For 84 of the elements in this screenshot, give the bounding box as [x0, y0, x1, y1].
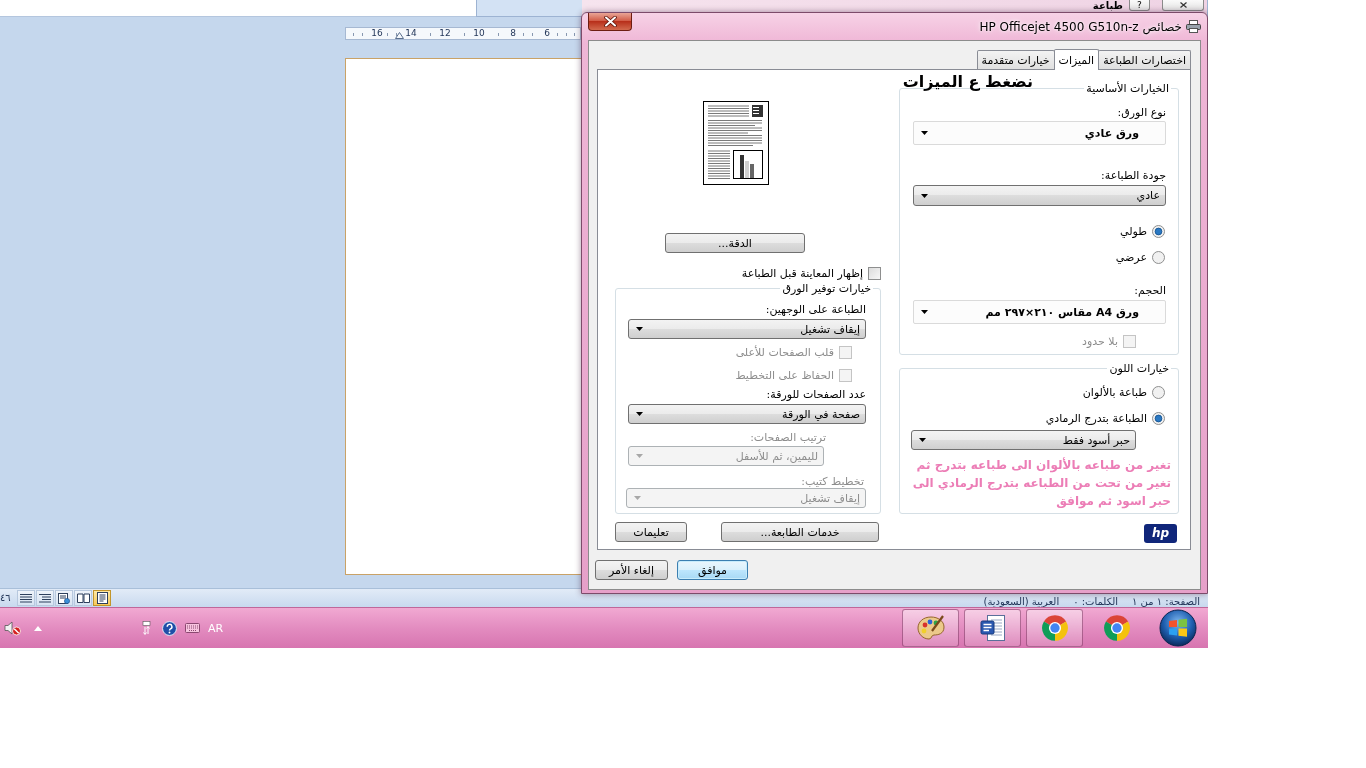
- ruler-label: 12: [438, 28, 452, 39]
- taskbar-button[interactable]: [902, 609, 959, 647]
- resolution-button[interactable]: الدقة...: [665, 233, 805, 253]
- field-label: جودة الطباعة:: [1101, 169, 1166, 182]
- view-button[interactable]: [17, 590, 35, 606]
- dropdown[interactable]: صفحة في الورقة: [628, 404, 866, 424]
- dropdown[interactable]: إيقاف تشغيل: [628, 319, 866, 339]
- window-title: خصائص HP Officejet 4500 G510n-z: [979, 19, 1182, 34]
- close-icon: [603, 16, 617, 27]
- radio-label[interactable]: طولي: [1120, 224, 1147, 238]
- zoom-level: ٤٦: [0, 592, 12, 604]
- keyboard-icon[interactable]: [185, 623, 200, 633]
- ruler-label: 14: [404, 28, 418, 39]
- ruler-label: 10: [472, 28, 486, 39]
- page-icon: [96, 592, 108, 604]
- printer-services-button[interactable]: خدمات الطابعة...: [721, 522, 879, 542]
- transfer-arrows-icon[interactable]: [142, 620, 151, 636]
- palette-icon: [915, 614, 946, 642]
- start-orb-icon[interactable]: [1159, 609, 1197, 647]
- caret-icon: [636, 327, 643, 331]
- radio-label[interactable]: عرضي: [1115, 250, 1147, 264]
- ruler-label: 16: [370, 28, 384, 39]
- status-text[interactable]: الكلمات: ٠: [1073, 596, 1118, 607]
- help-button[interactable]: ?: [1129, 0, 1150, 11]
- status-text[interactable]: الصفحة: ١ من ١: [1132, 596, 1200, 607]
- dropdown[interactable]: ورق عادي: [913, 121, 1166, 145]
- taskbar-button[interactable]: [964, 609, 1021, 647]
- annotation-text: تغير من طباعه بالألوان الى طباعه بتدرج ثم تغير من تحت من الطباعه بتدرج الرمادي الى حبر اسود ثم موافق: [911, 456, 1171, 510]
- document-icon: [979, 614, 1006, 642]
- radio-label[interactable]: طباعة بالألوان: [1082, 385, 1147, 399]
- caret-icon: [921, 131, 928, 135]
- radio-button[interactable]: [1152, 250, 1165, 264]
- group-title: الخيارات الأساسية: [1084, 82, 1171, 95]
- view-button[interactable]: [36, 590, 54, 606]
- window-title: طباعة: [1092, 0, 1123, 11]
- field-label: عدد الصفحات للورقة:: [766, 388, 866, 401]
- lines-icon: [20, 593, 32, 603]
- dropdown[interactable]: حبر أسود فقط: [911, 430, 1136, 450]
- ok-button[interactable]: موافق: [677, 560, 748, 580]
- field-label: تخطيط كتيب:: [801, 475, 864, 488]
- browser-icon: [1040, 614, 1069, 642]
- view-button[interactable]: [93, 590, 111, 606]
- close-icon: [1179, 2, 1187, 8]
- caret-icon: [636, 412, 643, 416]
- field-label: نوع الورق:: [1117, 106, 1166, 119]
- caret-icon: [919, 438, 926, 442]
- radio-button[interactable]: [1152, 411, 1165, 425]
- web-page-icon: [58, 592, 70, 604]
- cancel-button[interactable]: إلغاء الأمر: [595, 560, 668, 580]
- close-button[interactable]: [588, 13, 632, 31]
- view-button[interactable]: [74, 590, 92, 606]
- close-button[interactable]: [1162, 0, 1204, 11]
- checkbox[interactable]: [868, 266, 881, 280]
- checkbox-label[interactable]: إظهار المعاينة قبل الطباعة: [741, 266, 863, 280]
- document-preview-icon: [703, 101, 769, 185]
- view-button[interactable]: [55, 590, 73, 606]
- help-icon[interactable]: [162, 620, 177, 636]
- dropdown[interactable]: عادي: [913, 185, 1166, 206]
- tab[interactable]: الميزات: [1053, 49, 1100, 70]
- radio-button[interactable]: [1152, 224, 1165, 238]
- browser-icon: [1102, 614, 1131, 642]
- caret-icon: [636, 454, 643, 458]
- radio-label[interactable]: الطباعة بتدرج الرمادي: [1045, 411, 1147, 425]
- printer-icon: [1186, 20, 1201, 33]
- annotation-text: نضغط ع الميزات: [902, 72, 1033, 92]
- radio-button[interactable]: [1152, 385, 1165, 399]
- muted-speaker-icon[interactable]: [4, 620, 21, 636]
- caret-icon: [634, 496, 641, 500]
- field-label: الحجم:: [1134, 284, 1166, 297]
- status-text[interactable]: العربية (السعودية): [983, 596, 1060, 607]
- help-button[interactable]: تعليمات: [615, 522, 687, 542]
- field-label: ترتيب الصفحات:: [750, 431, 826, 444]
- tab[interactable]: خيارات متقدمة: [976, 50, 1055, 69]
- caret-icon: [921, 193, 928, 198]
- caret-icon: [921, 310, 928, 314]
- group-title: خيارات اللون: [1107, 362, 1171, 375]
- brand-logo: hp: [1144, 524, 1177, 543]
- book-icon: [76, 593, 90, 603]
- group-title: خيارات توفير الورق: [780, 282, 873, 295]
- field-label: الطباعة على الوجهين:: [765, 303, 866, 316]
- indent-marker-icon[interactable]: [395, 32, 404, 39]
- tab[interactable]: اختصارات الطباعة: [1098, 50, 1191, 69]
- dropdown[interactable]: ورق A4 مقاس ٢١٠×٢٩٧ مم: [913, 300, 1166, 324]
- outline-icon: [39, 593, 51, 603]
